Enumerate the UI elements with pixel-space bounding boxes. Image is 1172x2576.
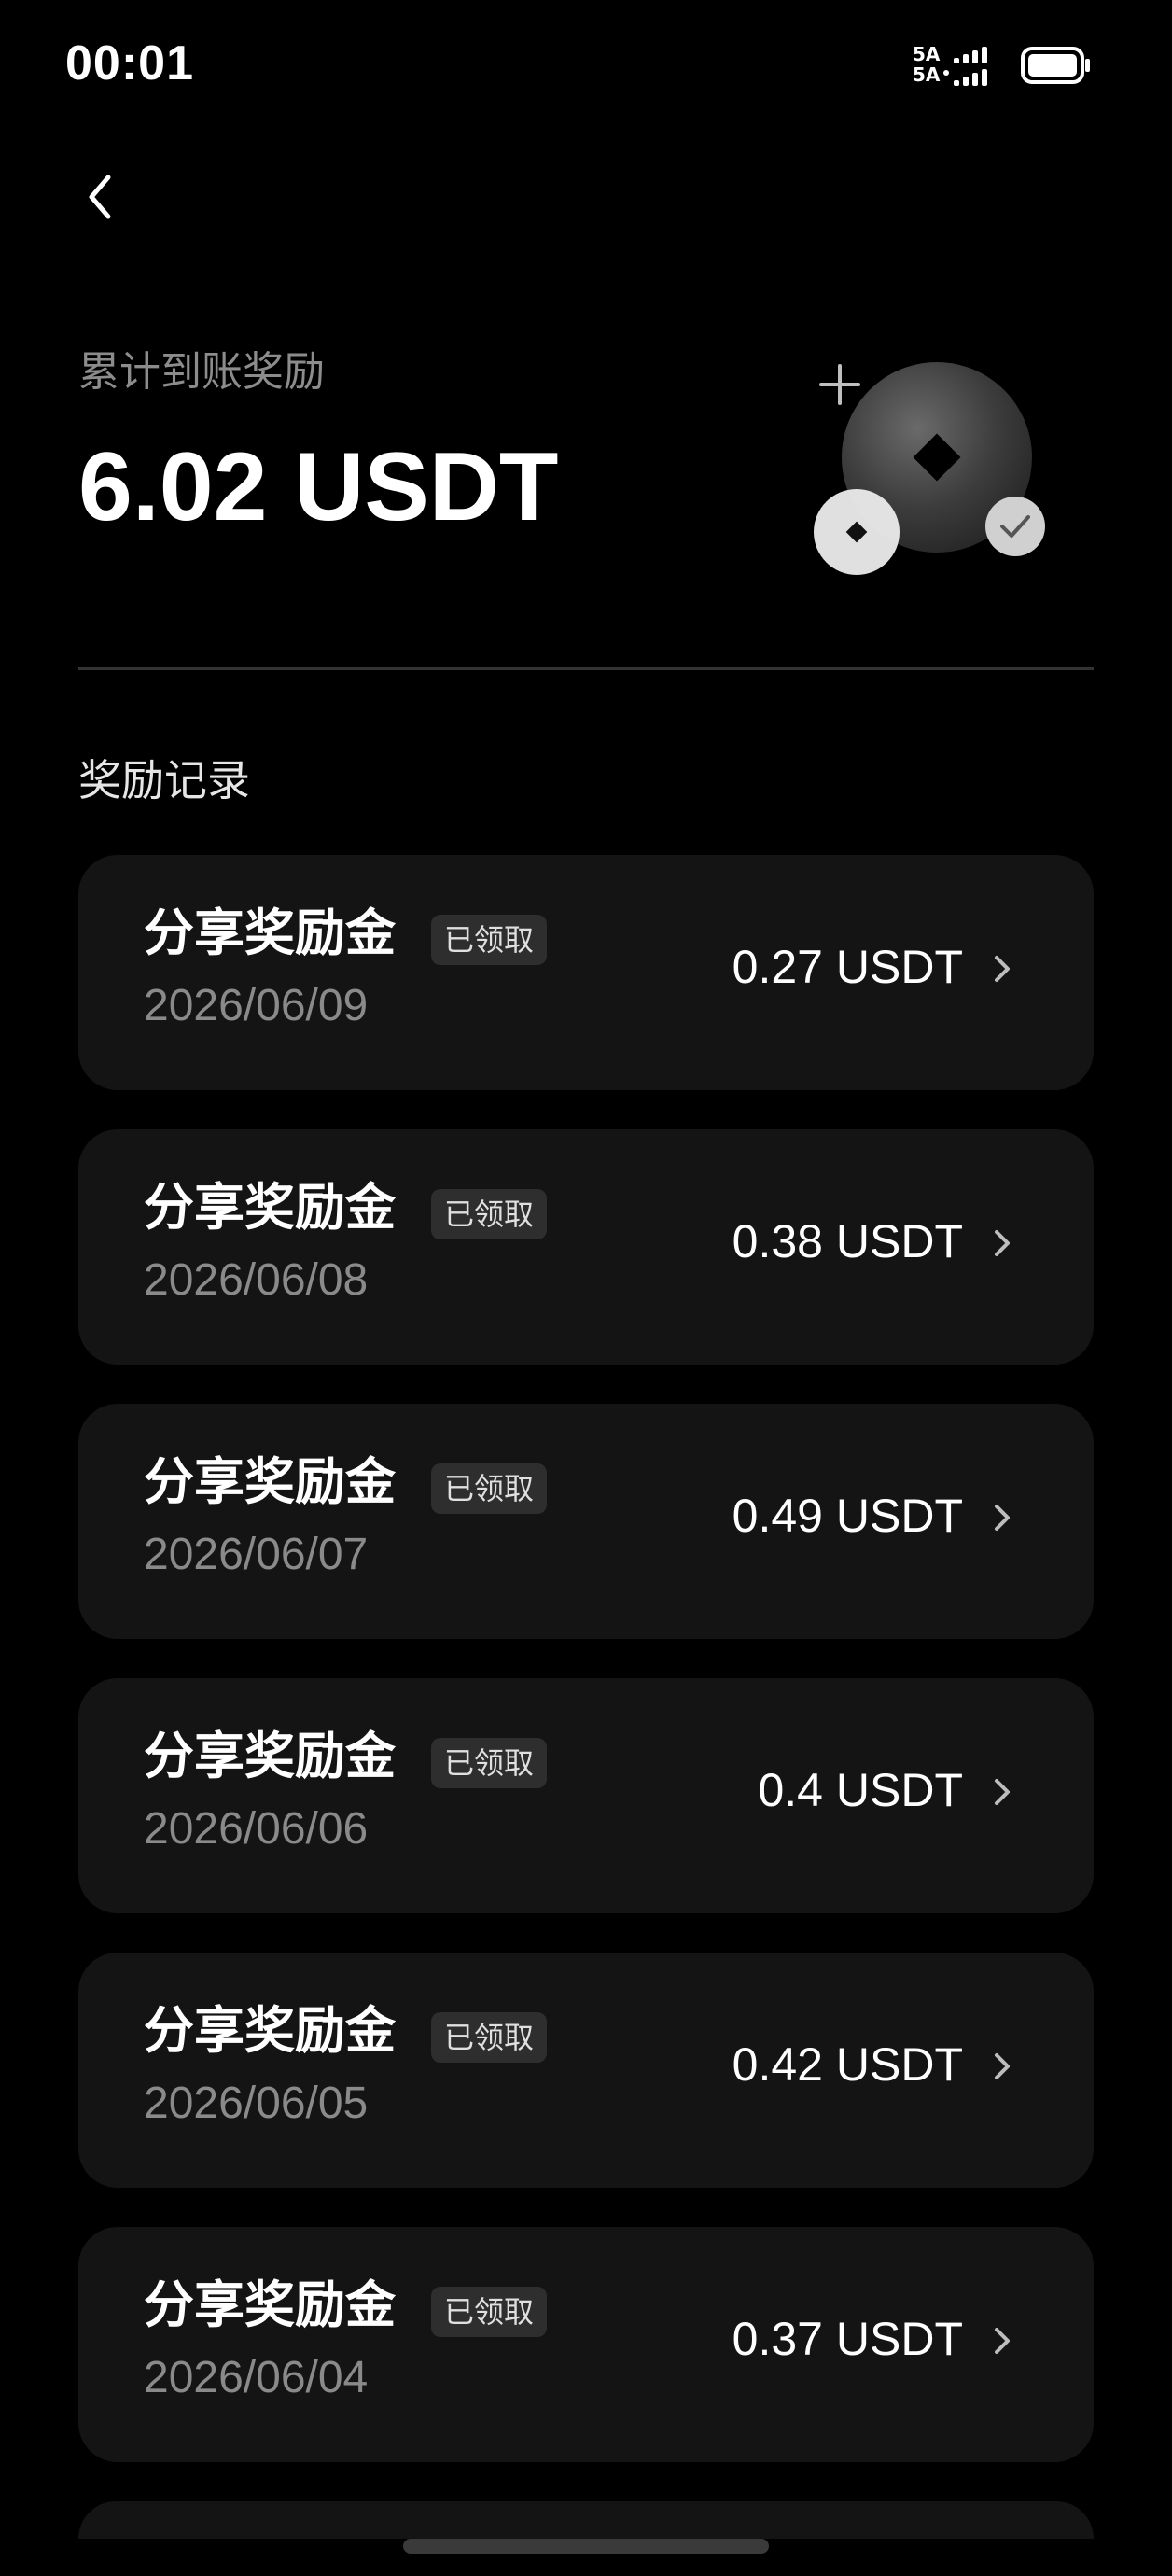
record-amount: 0.4 USDT <box>758 1764 963 1816</box>
record-date: 2026/06/09 <box>144 981 369 1030</box>
section-title: 奖励记录 <box>78 755 250 805</box>
home-indicator[interactable] <box>403 2539 769 2554</box>
summary-amount: 6.02 USDT <box>78 433 559 541</box>
chevron-left-icon <box>89 175 111 219</box>
record-date: 2026/06/08 <box>144 1255 369 1305</box>
record-amount: 0.38 USDT <box>732 1215 963 1267</box>
list-item[interactable]: 分享奖励金 已领取 2026/06/07 0.49 USDT <box>78 1404 1094 1639</box>
record-title: 分享奖励金 <box>144 1727 396 1785</box>
chevron-right-icon <box>995 2053 1010 2079</box>
record-title: 分享奖励金 <box>144 1452 396 1511</box>
divider <box>78 667 1094 670</box>
record-amount: 0.27 USDT <box>732 941 963 993</box>
records-list: 分享奖励金 已领取 2026/06/09 0.27 USDT 分享奖励金 已领取… <box>78 855 1094 2539</box>
status-badge: 已领取 <box>431 915 548 965</box>
summary-label: 累计到账奖励 <box>78 348 325 396</box>
chevron-right-icon <box>995 1505 1010 1531</box>
chevron-right-icon <box>995 1779 1010 1805</box>
list-item[interactable]: 分享奖励金 已领取 2026/06/06 0.4 USDT <box>78 1678 1094 1913</box>
record-date: 2026/06/06 <box>144 1804 369 1854</box>
list-item[interactable]: 分享奖励金 已领取 2026/06/09 0.27 USDT <box>78 855 1094 1090</box>
chevron-right-icon <box>995 1230 1010 1256</box>
list-item[interactable]: 分享奖励金 已领取 2026/06/05 0.42 USDT <box>78 1953 1094 2188</box>
record-date: 2026/06/04 <box>144 2353 369 2402</box>
list-item[interactable]: 分享奖励金 已领取 2026/06/04 0.37 USDT <box>78 2227 1094 2462</box>
chevron-right-icon <box>995 956 1010 982</box>
record-amount: 0.49 USDT <box>732 1490 963 1542</box>
record-date: 2026/06/05 <box>144 2079 369 2128</box>
signal-icon: 5A 5A <box>913 45 1006 88</box>
status-badge: 已领取 <box>431 1463 548 1514</box>
list-item-partial[interactable] <box>78 2501 1094 2539</box>
back-button[interactable] <box>75 164 131 230</box>
record-title: 分享奖励金 <box>144 2001 396 2060</box>
status-badge: 已领取 <box>431 2287 548 2337</box>
record-amount: 0.42 USDT <box>732 2038 963 2091</box>
record-title: 分享奖励金 <box>144 2275 396 2334</box>
list-item[interactable]: 分享奖励金 已领取 2026/06/08 0.38 USDT <box>78 1129 1094 1365</box>
battery-icon <box>1021 47 1092 84</box>
record-title: 分享奖励金 <box>144 903 396 962</box>
chevron-right-icon <box>995 2328 1010 2354</box>
record-title: 分享奖励金 <box>144 1178 396 1237</box>
record-date: 2026/06/07 <box>144 1530 369 1579</box>
status-bar: 00:01 5A 5A <box>0 0 1172 131</box>
coin-reward-icon <box>810 336 1053 579</box>
status-badge: 已领取 <box>431 2012 548 2063</box>
record-amount: 0.37 USDT <box>732 2313 963 2365</box>
status-badge: 已领取 <box>431 1189 548 1239</box>
status-time: 00:01 <box>65 36 194 91</box>
status-badge: 已领取 <box>431 1738 548 1788</box>
